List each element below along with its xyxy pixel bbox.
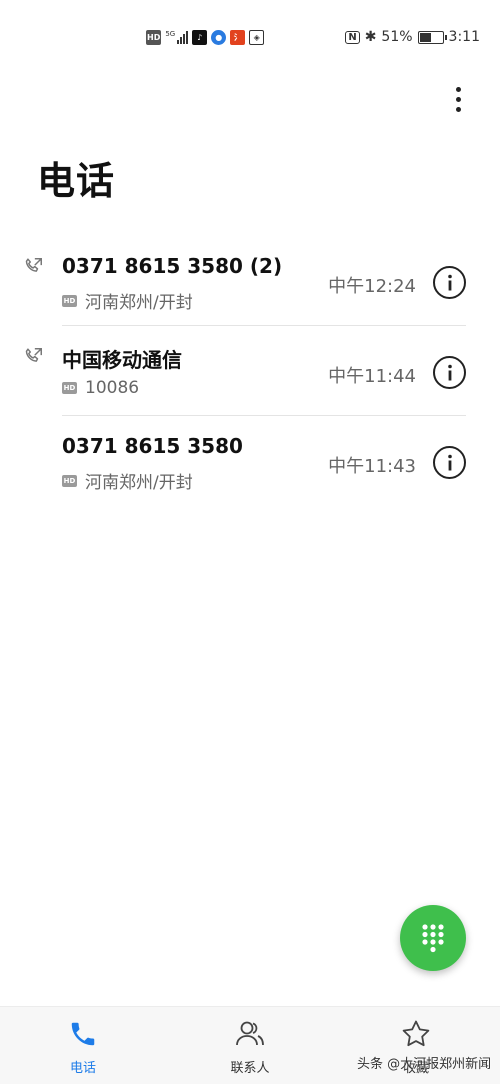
page-title: 电话 — [37, 159, 116, 203]
status-left-icons: HD 5G ♪ ● 氵 ◈ — [146, 28, 265, 46]
watermark: 头条 @大河报郑州新闻 — [357, 1057, 492, 1072]
tiktok-icon: ♪ — [192, 29, 208, 45]
outgoing-call-icon — [22, 256, 44, 278]
browser-icon: ● — [211, 29, 227, 45]
call-info-button[interactable] — [433, 356, 466, 389]
battery-percent: 51% — [381, 29, 413, 45]
nav-tab-favorites[interactable]: 收藏 — [356, 1017, 476, 1083]
call-subtitle: HD 10086 — [62, 378, 139, 398]
call-log-row[interactable]: 中国移动通信 HD 10086 中午11:44 — [0, 326, 500, 416]
call-time: 中午11:44 — [328, 366, 416, 387]
nav-tab-contacts[interactable]: 联系人 — [190, 1017, 310, 1083]
hd-call-icon: HD — [62, 382, 77, 394]
call-subtitle: HD 河南郑州/开封 — [62, 288, 193, 313]
clock: 3:11 — [448, 29, 480, 45]
call-subtitle: HD 河南郑州/开封 — [62, 468, 193, 493]
dialpad-button[interactable] — [400, 905, 466, 971]
contacts-icon — [233, 1017, 267, 1051]
status-right-icons: N ✱ 51% 3:11 — [345, 27, 480, 47]
bluetooth-icon: ✱ — [364, 29, 377, 45]
nav-tab-phone[interactable]: 电话 — [23, 1017, 143, 1083]
call-log-row[interactable]: 0371 8615 3580 HD 河南郑州/开封 中午11:43 — [0, 416, 500, 506]
call-name: 中国移动通信 — [62, 348, 182, 372]
more-options-button[interactable] — [446, 84, 470, 114]
call-number: 10086 — [85, 378, 140, 398]
network-type-label: 5G — [165, 30, 176, 38]
call-log-row[interactable]: 0371 8615 3580 (2) HD 河南郑州/开封 中午12:24 — [0, 236, 500, 326]
hd-call-icon: HD — [62, 294, 77, 307]
info-icon — [447, 454, 452, 470]
bottom-navigation: 电话 联系人 收藏 — [0, 1006, 500, 1084]
signal-icon: 5G — [165, 30, 189, 44]
nav-label: 电话 — [69, 1061, 96, 1076]
call-location: 河南郑州/开封 — [85, 293, 193, 313]
battery-icon — [417, 30, 447, 44]
info-icon — [447, 364, 452, 380]
info-icon — [447, 274, 452, 290]
nav-label: 联系人 — [230, 1061, 270, 1076]
nfc-icon: N — [345, 30, 360, 44]
call-time: 中午12:24 — [328, 276, 416, 297]
outgoing-call-icon — [22, 346, 44, 368]
call-location: 河南郑州/开封 — [85, 473, 193, 493]
call-name: 0371 8615 3580 — [62, 434, 243, 458]
call-time: 中午11:43 — [328, 456, 416, 477]
hd-icon: HD — [146, 29, 162, 45]
hd-call-icon: HD — [62, 474, 77, 487]
shield-icon: ◈ — [249, 29, 265, 45]
status-bar: HD 5G ♪ ● 氵 ◈ N ✱ 51% 3:11 — [0, 0, 500, 72]
call-name: 0371 8615 3580 (2) — [62, 254, 283, 278]
dialpad-icon — [422, 924, 444, 953]
news-app-icon: 氵 — [230, 29, 246, 45]
call-info-button[interactable] — [433, 446, 466, 479]
star-icon — [399, 1017, 433, 1051]
call-log-list: 0371 8615 3580 (2) HD 河南郑州/开封 中午12:24 中国… — [0, 236, 500, 506]
call-info-button[interactable] — [433, 266, 466, 299]
phone-icon — [66, 1017, 100, 1051]
